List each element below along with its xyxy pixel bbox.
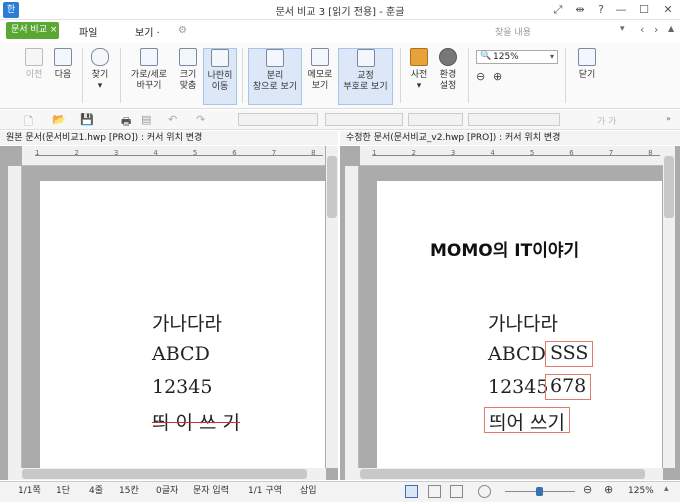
split-icon[interactable]: ⇹	[572, 2, 588, 18]
left-line-4: 띄 이 쓰 기	[152, 412, 241, 434]
right-inserted-sss: SSS	[545, 341, 594, 367]
status-more-icon[interactable]: ▴	[664, 484, 669, 494]
status-insert-mode[interactable]: 삽입	[300, 481, 317, 502]
left-ruler-ticks: 12345678	[35, 149, 351, 157]
right-ruler-vertical	[345, 166, 359, 468]
toolbar-more-icon[interactable]: »	[666, 114, 671, 123]
blog-watermark: MOMO의 IT이야기	[430, 241, 580, 261]
doc-compare-tab[interactable]: 문서 비교 ×	[6, 22, 59, 39]
find-button[interactable]: 찾기 ▾	[86, 48, 114, 105]
font-preview: 가 가	[597, 117, 617, 127]
status-column: 1단	[56, 486, 71, 496]
status-col: 15칸	[119, 486, 139, 496]
binoculars-icon	[91, 48, 109, 66]
right-inserted-678: 678	[545, 374, 592, 400]
expand-icon[interactable]: ⤢	[550, 2, 566, 18]
tool-icon[interactable]: ⚙	[178, 25, 187, 36]
zoom-dropdown-icon[interactable]: ▾	[550, 52, 554, 61]
print-icon[interactable]: 🖶	[121, 113, 131, 132]
right-ruler-ticks: 12345678	[372, 149, 680, 157]
style-select[interactable]	[238, 113, 318, 126]
proofread-icon	[356, 49, 375, 67]
next-icon	[54, 48, 72, 66]
preview-icon[interactable]: ▤	[141, 113, 151, 126]
close-view-button[interactable]: 닫기	[573, 48, 601, 105]
right-hscroll-thumb[interactable]	[360, 469, 645, 479]
view-web-icon[interactable]	[450, 485, 463, 498]
left-pane-header: 원본 문서(문서비교1.hwp [PRO]) : 커서 위치 변경	[0, 131, 338, 145]
side-by-side-button[interactable]: 나란히 이동	[203, 48, 237, 105]
save-icon[interactable]: 💾	[80, 113, 94, 126]
layout-swap-icon	[140, 48, 158, 66]
search-input[interactable]: 찾을 내용	[495, 25, 531, 38]
status-page: 1/1쪽	[18, 486, 41, 496]
right-pane-header: 수정한 문서(문서비교_v2.hwp [PRO]) : 커서 위치 변경	[340, 131, 680, 145]
dictionary-button[interactable]: 사전 ▾	[405, 48, 433, 105]
prev-button[interactable]: 이전	[19, 48, 49, 105]
zoom-search-icon: 🔍	[480, 51, 492, 61]
next-button[interactable]: 다음	[49, 48, 77, 105]
status-zoom: 125%	[628, 486, 654, 496]
redo-icon[interactable]: ↷	[196, 113, 205, 126]
left-vscroll-thumb[interactable]	[327, 156, 337, 218]
help-icon[interactable]: ?	[593, 2, 609, 18]
memo-view-button[interactable]: 메모로 보기	[304, 48, 336, 105]
new-doc-icon[interactable]: 🗋	[24, 113, 33, 132]
minimize-button[interactable]: —	[613, 2, 629, 18]
font-size-select[interactable]	[408, 113, 463, 126]
undo-icon[interactable]: ↶	[168, 113, 177, 126]
fit-size-icon	[179, 48, 197, 66]
menu-view[interactable]: 보기 ·	[135, 24, 160, 39]
zoom-out-icon[interactable]: ⊖	[476, 70, 485, 83]
left-line-2: ABCD	[152, 343, 210, 365]
zoom-fit-icon[interactable]	[478, 485, 491, 498]
status-line: 4줄	[89, 486, 104, 496]
menu-bar	[0, 20, 680, 41]
nav-prev-icon[interactable]: ‹	[640, 23, 644, 36]
proofread-view-button[interactable]: 교정 부호로 보기	[338, 48, 393, 105]
side-by-side-icon	[211, 49, 229, 67]
right-vscroll-thumb[interactable]	[664, 156, 674, 218]
ribbon-collapse-icon[interactable]: ▲	[668, 24, 674, 33]
gear-icon	[439, 48, 457, 66]
view-normal-icon[interactable]	[405, 485, 418, 498]
status-section: 1/1 구역	[248, 486, 282, 496]
close-door-icon	[578, 48, 596, 66]
split-window-icon	[266, 49, 284, 67]
menu-file[interactable]: 파일	[79, 24, 97, 39]
fit-size-button[interactable]: 크기 맞춤	[174, 48, 202, 105]
right-line-2: ABCD	[488, 343, 546, 365]
maximize-button[interactable]: ☐	[636, 2, 652, 18]
split-window-button[interactable]: 분리 창으로 보기	[248, 48, 302, 105]
dictionary-icon	[410, 48, 428, 66]
right-line-3: 12345	[488, 376, 549, 398]
right-line-4: 띄어 쓰기	[484, 407, 570, 434]
right-line-1: 가나다라	[488, 313, 558, 335]
prev-icon	[25, 48, 43, 66]
view-page-icon[interactable]	[428, 485, 441, 498]
orientation-button[interactable]: 가로/세로 바꾸기	[126, 48, 172, 105]
lang-select[interactable]	[468, 113, 560, 126]
search-dropdown-icon[interactable]: ▾	[620, 24, 625, 34]
status-zoom-in-icon[interactable]: ⊕	[604, 483, 613, 496]
status-zoom-out-icon[interactable]: ⊖	[583, 483, 592, 496]
status-chars: 0글자	[156, 486, 179, 496]
left-line-1: 가나다라	[152, 313, 222, 335]
status-input-mode[interactable]: 문자 입력	[193, 481, 229, 502]
close-button[interactable]: ✕	[660, 2, 676, 18]
left-hscroll-thumb[interactable]	[22, 469, 307, 479]
settings-button[interactable]: 환경 설정	[434, 48, 462, 105]
left-line-3: 12345	[152, 376, 213, 398]
font-select[interactable]	[325, 113, 403, 126]
zoom-slider-thumb[interactable]	[536, 487, 543, 496]
open-folder-icon[interactable]: 📂	[52, 113, 66, 126]
memo-icon	[311, 48, 329, 66]
nav-next-icon[interactable]: ›	[654, 23, 658, 36]
zoom-in-icon[interactable]: ⊕	[493, 70, 502, 83]
left-ruler-vertical	[8, 166, 22, 468]
